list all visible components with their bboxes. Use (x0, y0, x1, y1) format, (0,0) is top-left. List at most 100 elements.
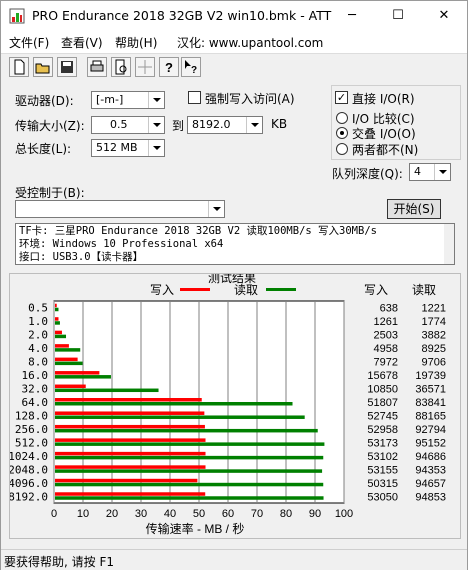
open-folder-icon[interactable] (33, 57, 53, 77)
read-bar (55, 442, 325, 446)
neither-label: 两者都不(N) (352, 143, 419, 157)
minimize-button[interactable]: ─ (329, 1, 375, 31)
category-label: 32.0 (22, 383, 49, 396)
legend-write-swatch (180, 288, 210, 291)
x-tick-label: 30 (135, 508, 147, 520)
chevron-down-icon (434, 164, 450, 180)
new-file-icon[interactable] (9, 57, 29, 77)
menu-help[interactable]: 帮助(H) (115, 34, 157, 51)
write-bar (55, 371, 100, 375)
category-label: 64.0 (22, 396, 49, 409)
write-value: 53102 (367, 451, 398, 463)
close-button[interactable]: ✕ (421, 1, 467, 31)
neither-radio[interactable] (336, 143, 348, 155)
chevron-down-icon (246, 117, 262, 133)
write-bar (55, 478, 198, 483)
category-label: 1.0 (28, 315, 48, 328)
write-value: 1261 (374, 316, 398, 328)
window-title: PRO Endurance 2018 32GB V2 win10.bmk - A… (32, 8, 332, 23)
read-value: 1221 (422, 303, 446, 315)
save-icon[interactable] (57, 57, 77, 77)
read-value: 94657 (415, 478, 446, 490)
write-bar (55, 492, 206, 496)
read-value: 1774 (422, 316, 446, 328)
read-value: 3882 (422, 330, 446, 342)
write-value: 52958 (367, 424, 398, 436)
read-bar (55, 388, 159, 393)
x-tick-label: 20 (106, 508, 118, 520)
transfer-from-select[interactable]: 0.5 (91, 116, 165, 134)
x-axis-label: 传输速率 - MB / 秒 (146, 521, 245, 536)
write-value: 2503 (374, 330, 398, 342)
help-icon[interactable]: ? (159, 57, 179, 77)
start-button[interactable]: 开始(S) (387, 199, 441, 219)
write-column-header: 写入 (364, 283, 388, 297)
menu-localization[interactable]: 汉化: www.upantool.com (177, 34, 323, 51)
read-column-header: 读取 (412, 283, 436, 297)
queue-depth-select[interactable]: 4 (409, 163, 451, 181)
overlap-io-radio[interactable] (336, 127, 348, 139)
category-label: 512.0 (15, 436, 48, 449)
chevron-down-icon (208, 201, 224, 217)
write-value: 10850 (367, 384, 398, 396)
write-bar (55, 465, 206, 469)
move-icon[interactable] (135, 57, 155, 77)
transfer-to-select[interactable]: 8192.0 (187, 116, 263, 134)
write-bar (55, 438, 206, 442)
write-value: 53173 (367, 437, 398, 449)
drive-label: 驱动器(D): (15, 94, 74, 108)
legend-write-label: 写入 (150, 283, 174, 297)
direct-io-label: 直接 I/O(R) (352, 92, 415, 106)
controlled-by-label: 受控制于(B): (15, 186, 85, 200)
menu-view[interactable]: 查看(V) (61, 34, 103, 51)
write-bar (55, 451, 206, 456)
results-chart: 测试结果 0 10 20 30 40 50 60 70 80 90 100写入 读取 写入 读取0.5 63… (10, 274, 446, 536)
info-line-interface: 接口: USB3.0【读卡器】 (19, 251, 144, 263)
legend-read-label: 读取 (234, 283, 258, 297)
read-value: 9706 (422, 357, 446, 369)
x-tick-label: 10 (77, 508, 89, 520)
read-value: 19739 (415, 370, 446, 382)
menu-file[interactable]: 文件(F) (9, 34, 49, 51)
chevron-down-icon (148, 117, 164, 133)
controlled-by-select[interactable] (15, 200, 225, 218)
category-label: 2048.0 (10, 463, 48, 476)
read-value: 95152 (415, 437, 446, 449)
category-label: 8192.0 (10, 490, 48, 503)
maximize-button[interactable]: ☐ (375, 1, 421, 31)
write-value: 53155 (367, 464, 398, 476)
drive-select[interactable]: [-m-] (91, 91, 165, 109)
read-value: 94353 (415, 464, 446, 476)
x-tick-label: 90 (309, 508, 321, 520)
io-compare-radio[interactable] (336, 112, 348, 124)
write-value: 638 (380, 303, 398, 315)
x-tick-label: 100 (335, 508, 353, 520)
print-preview-icon[interactable] (111, 57, 131, 77)
info-scrollbar[interactable] (444, 224, 454, 264)
to-label: 到 (172, 119, 185, 133)
direct-io-checkbox[interactable]: ✓ (335, 91, 348, 104)
read-bar (55, 482, 324, 487)
menu-bar: 文件(F) 查看(V) 帮助(H) 汉化: www.upantool.com (1, 31, 467, 53)
info-line-env: 环境: Windows 10 Professional x64 (19, 238, 224, 250)
description-textarea[interactable]: TF卡: 三星PRO Endurance 2018 32GB V2 读取100M… (15, 223, 455, 265)
svg-text:?: ? (165, 60, 173, 75)
total-length-select[interactable]: 512 MB (91, 139, 165, 157)
results-panel: 测试结果 0 10 20 30 40 50 60 70 80 90 100 写入 读取 写入 读取 0.5 63… (9, 273, 461, 539)
context-help-icon[interactable]: ? (181, 57, 201, 77)
svg-text:?: ? (191, 65, 197, 76)
read-bar (55, 455, 324, 460)
write-bar (55, 357, 78, 362)
category-label: 4096.0 (10, 477, 48, 490)
force-write-checkbox[interactable] (188, 91, 201, 104)
status-text: 要获得帮助, 请按 F1 (4, 555, 114, 569)
print-icon[interactable] (87, 57, 107, 77)
overlap-io-label: 交叠 I/O(O) (352, 127, 416, 141)
read-bar (55, 402, 293, 406)
x-tick-label: 60 (222, 508, 234, 520)
write-bar (55, 411, 205, 415)
x-tick-label: 80 (280, 508, 292, 520)
write-bar (55, 344, 69, 348)
read-bar (55, 348, 81, 352)
write-bar (55, 303, 57, 308)
